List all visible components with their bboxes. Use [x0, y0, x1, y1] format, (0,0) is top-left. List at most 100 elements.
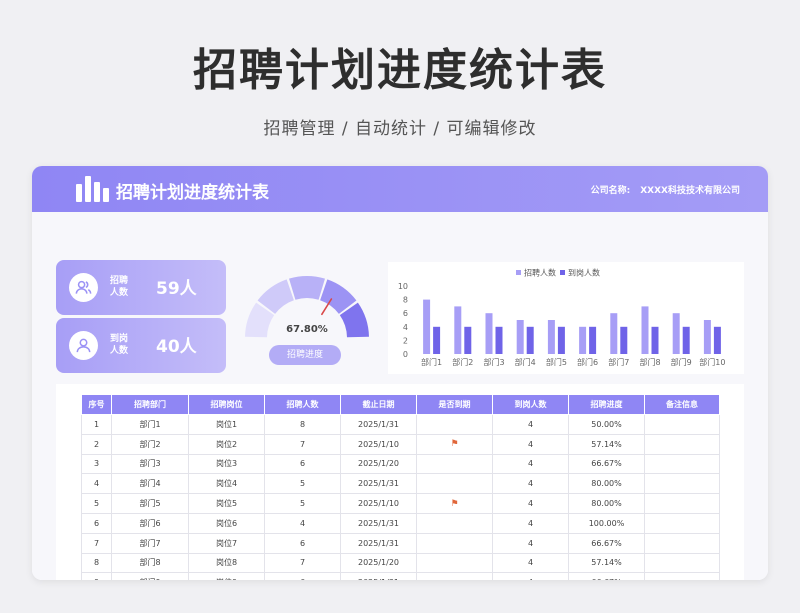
table-cell: 6 [264, 532, 341, 554]
bar-recruit [610, 313, 618, 354]
x-tick-label: 部门1 [421, 357, 442, 367]
x-tick-label: 部门5 [546, 357, 567, 367]
onboard-count-label: 到岗人数 [110, 334, 129, 356]
legend-label: 招聘人数 [524, 268, 556, 278]
table-cell [416, 552, 493, 574]
x-tick-label: 部门7 [608, 357, 629, 367]
table-row: 3 部门3 岗位3 6 2025/1/20 4 66.67% [81, 453, 720, 475]
table-cell: 6 [81, 512, 112, 534]
table-cell: 8 [81, 552, 112, 574]
expired-cell: ⚑ [416, 433, 493, 455]
table-cell: 1 [81, 414, 112, 435]
table-cell: 部门4 [111, 473, 189, 495]
table-cell [644, 552, 720, 574]
table-cell: 57.14% [568, 552, 645, 574]
legend-swatch [560, 270, 565, 275]
table-cell: 岗位9 [188, 572, 265, 580]
onboard-count-value: 40人 [156, 337, 197, 357]
bar-recruit [703, 320, 711, 354]
table-cell: 2025/1/31 [340, 414, 417, 435]
column-header: 到岗人数 [492, 394, 569, 415]
page-subtitle: 招聘管理 / 自动统计 / 可编辑修改 [263, 119, 537, 139]
bar-onboard [557, 326, 565, 354]
table-cell: 4 [492, 433, 569, 455]
table-cell: 2025/1/20 [340, 453, 417, 475]
header-title: 招聘计划进度统计表 [116, 183, 269, 203]
table-cell [416, 414, 493, 435]
table-cell: 4 [492, 414, 569, 435]
table-cell: 4 [492, 572, 569, 580]
recruit-table: 序号 招聘部门 招聘岗位 招聘人数 截止日期 是否到期 到岗人数 招聘进度 备注信息 1 部门1 岗… [81, 394, 720, 580]
table-cell: 4 [492, 552, 569, 574]
table-cell: 5 [81, 493, 112, 514]
column-header: 招聘部门 [111, 394, 189, 415]
column-header: 招聘进度 [568, 394, 645, 415]
table-cell: 4 [264, 512, 341, 534]
y-tick-label: 0 [403, 350, 408, 359]
bar-onboard [682, 326, 690, 354]
flag-icon: ⚑ [450, 439, 459, 450]
x-tick-label: 部门8 [639, 357, 660, 367]
bar-chart-icon [76, 176, 109, 202]
table-cell: 6 [264, 453, 341, 475]
column-header: 序号 [81, 394, 112, 415]
table-cell: 100.00% [568, 512, 645, 534]
table-cell: 岗位7 [188, 532, 265, 554]
x-tick-label: 部门10 [699, 357, 725, 367]
bar-onboard [495, 326, 503, 354]
table-cell: 66.67% [568, 532, 645, 554]
y-tick-label: 8 [403, 296, 408, 305]
bar-recruit [547, 320, 555, 354]
column-header: 备注信息 [644, 394, 720, 415]
bar-recruit [485, 313, 493, 354]
gauge-percent: 67.80% [286, 324, 328, 335]
x-tick-label: 部门3 [483, 357, 504, 367]
table-cell: 2025/1/31 [340, 512, 417, 534]
table-cell [644, 493, 720, 514]
y-tick-label: 4 [403, 323, 408, 332]
table-cell: 岗位5 [188, 493, 265, 514]
company-info: 公司名称: XXXX科技技术有限公司 [591, 183, 740, 196]
table-row: 1 部门1 岗位1 8 2025/1/31 4 50.00% [81, 414, 720, 435]
table-cell [416, 572, 493, 580]
bar-recruit [423, 299, 431, 354]
table-cell: 5 [264, 493, 341, 514]
table-cell [644, 512, 720, 534]
table-cell: 50.00% [568, 414, 645, 435]
y-tick-label: 2 [403, 336, 408, 345]
x-tick-label: 部门2 [452, 357, 473, 367]
bar-onboard [464, 326, 472, 354]
table-cell: 2025/1/31 [340, 473, 417, 495]
table-cell: 66.67% [568, 572, 645, 580]
table-cell: 2025/1/10 [340, 493, 417, 514]
gauge-segment [289, 276, 325, 300]
table-row: 9部门9岗位962025/1/31 466.67% [81, 572, 720, 580]
table-cell: 9 [81, 572, 112, 580]
table-cell: 4 [492, 453, 569, 475]
bar-recruit [516, 320, 524, 354]
table-cell: 岗位1 [188, 414, 265, 435]
bar-onboard [433, 326, 441, 354]
bar-onboard [651, 326, 659, 354]
recruit-table-panel: 序号 招聘部门 招聘岗位 招聘人数 截止日期 是否到期 到岗人数 招聘进度 备注信息 1 部门1 岗… [56, 384, 744, 580]
column-header: 招聘岗位 [188, 394, 265, 415]
recruit-count-card: 招聘人数 59人 [56, 260, 226, 315]
table-cell: 5 [264, 473, 341, 495]
company-label: 公司名称: [590, 186, 631, 196]
table-cell: 2025/1/20 [340, 552, 417, 574]
column-header: 截止日期 [340, 394, 417, 415]
progress-button[interactable]: 招聘进度 [269, 345, 341, 365]
table-cell: 4 [492, 532, 569, 554]
table-cell: 66.67% [568, 453, 645, 475]
table-cell [416, 473, 493, 495]
bar-onboard [713, 326, 721, 354]
y-tick-label: 6 [403, 309, 408, 318]
dashboard-card: 招聘计划进度统计表 公司名称: XXXX科技技术有限公司 招聘人数 59人 到岗人… [32, 166, 768, 580]
table-cell [644, 532, 720, 554]
bar-recruit [579, 326, 587, 354]
table-cell [644, 473, 720, 495]
table-cell: 部门7 [111, 532, 189, 554]
card-header: 招聘计划进度统计表 公司名称: XXXX科技技术有限公司 [32, 166, 768, 212]
table-cell: 岗位4 [188, 473, 265, 495]
content-area: 招聘人数 59人 到岗人数 40人 67.80% 招聘进度 0 2 4 6 8 10 部门1… [32, 212, 768, 580]
